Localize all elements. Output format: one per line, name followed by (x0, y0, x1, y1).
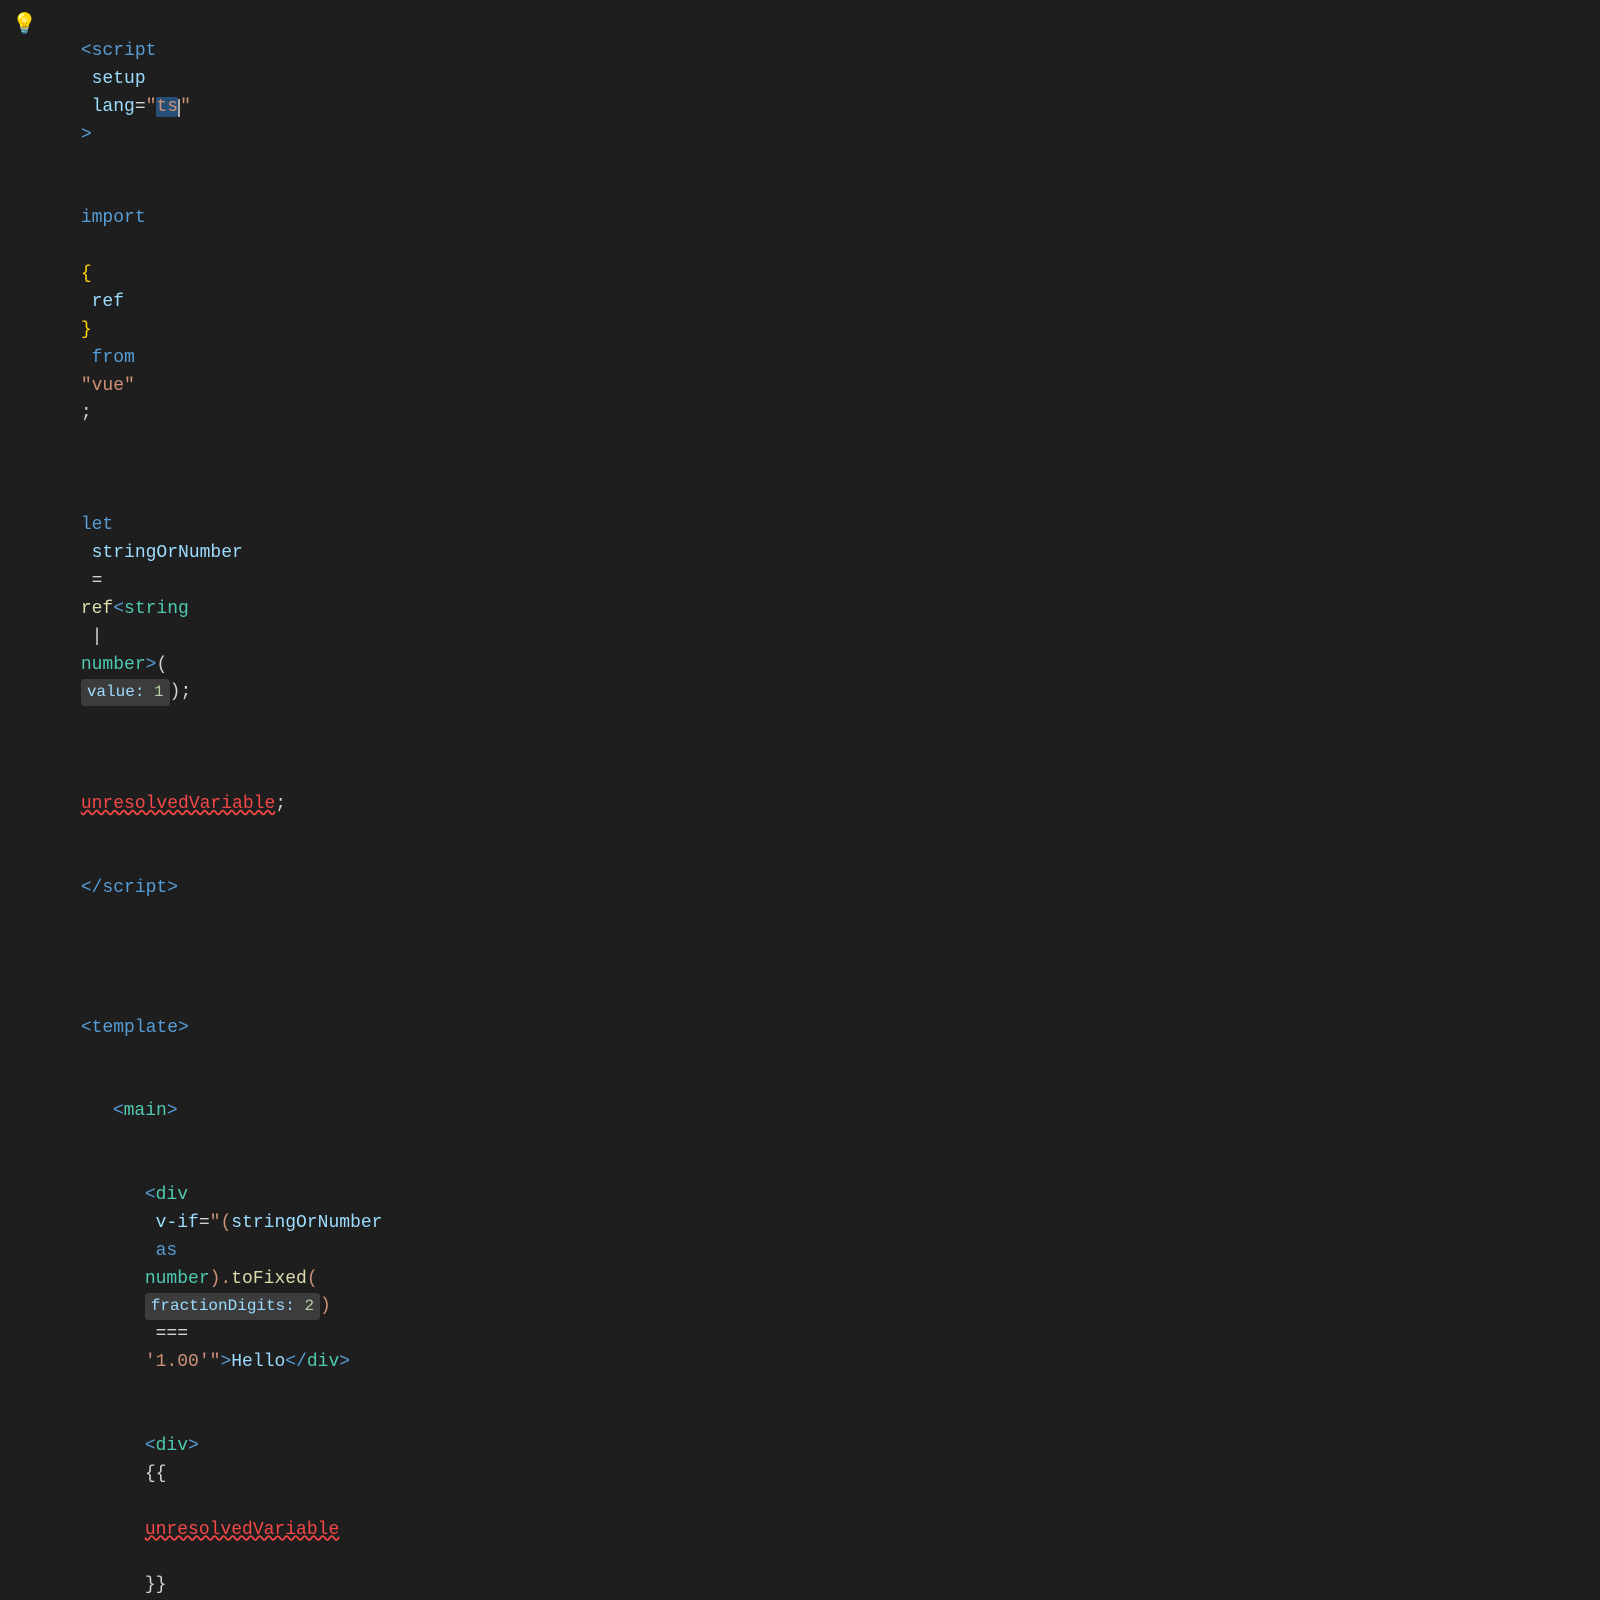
tag-main-open: main (124, 1101, 167, 1121)
line-template-open: <template> (0, 987, 1600, 1071)
fn-toFixed: toFixed (231, 1269, 307, 1289)
line-import: import { ref } from "vue" ; (0, 177, 1600, 456)
blank-line-2 (0, 735, 1600, 763)
error-unresolvedVariable-2: unresolvedVariable (145, 1520, 339, 1540)
line-let-decl: let stringOrNumber = ref<string | number… (0, 484, 1600, 735)
type-string: string (124, 599, 189, 619)
error-unresolvedVariable: unresolvedVariable (81, 794, 275, 814)
tag-template-open: <template> (81, 1018, 189, 1038)
tag-div-mustache: div (156, 1436, 188, 1456)
attr-lang: lang (81, 97, 135, 117)
attr-setup: setup (81, 69, 146, 89)
line-script-open: <script setup lang="ts" > (0, 10, 1600, 177)
line-script-close: </script> (0, 847, 1600, 931)
var-stringOrNumber: stringOrNumber (81, 543, 243, 563)
line-main-open: <main> (0, 1070, 1600, 1154)
line-div-mustache: <div> {{ unresolvedVariable }} {{ string… (0, 1405, 1600, 1600)
line-unresolved: unresolvedVariable; (0, 763, 1600, 847)
tag-script: <script (81, 41, 157, 61)
import-source: "vue" (81, 376, 135, 396)
brace-open: { (81, 264, 92, 284)
blank-line-1 (0, 456, 1600, 484)
type-number: number (81, 655, 146, 675)
param-hint-value: value: 1 (81, 679, 170, 706)
str-1-00: '1.00' (145, 1352, 210, 1372)
mustache-close-1: }} (145, 1575, 167, 1595)
line-div-vif: <div v-if="(stringOrNumber as number).to… (0, 1154, 1600, 1405)
attr-vif: v-if (145, 1213, 199, 1233)
tag-div-vif: div (156, 1185, 188, 1205)
ref-name: ref (81, 292, 135, 312)
tag-script-close: </script> (81, 878, 178, 898)
fn-ref: ref (81, 599, 113, 619)
text-hello: Hello (231, 1352, 285, 1372)
blank-line-3 (0, 931, 1600, 959)
blank-line-4 (0, 959, 1600, 987)
lightbulb-icon: 💡 (12, 10, 37, 41)
kw-import: import (81, 208, 146, 228)
kw-from: from (81, 348, 146, 368)
kw-let: let (81, 515, 113, 535)
brace-close: } (81, 320, 92, 340)
mustache-open-1: {{ (145, 1464, 167, 1484)
code-editor[interactable]: 💡 <script setup lang="ts" > import { ref… (0, 0, 1600, 1600)
param-hint-fractionDigits: fractionDigits: 2 (145, 1293, 320, 1320)
